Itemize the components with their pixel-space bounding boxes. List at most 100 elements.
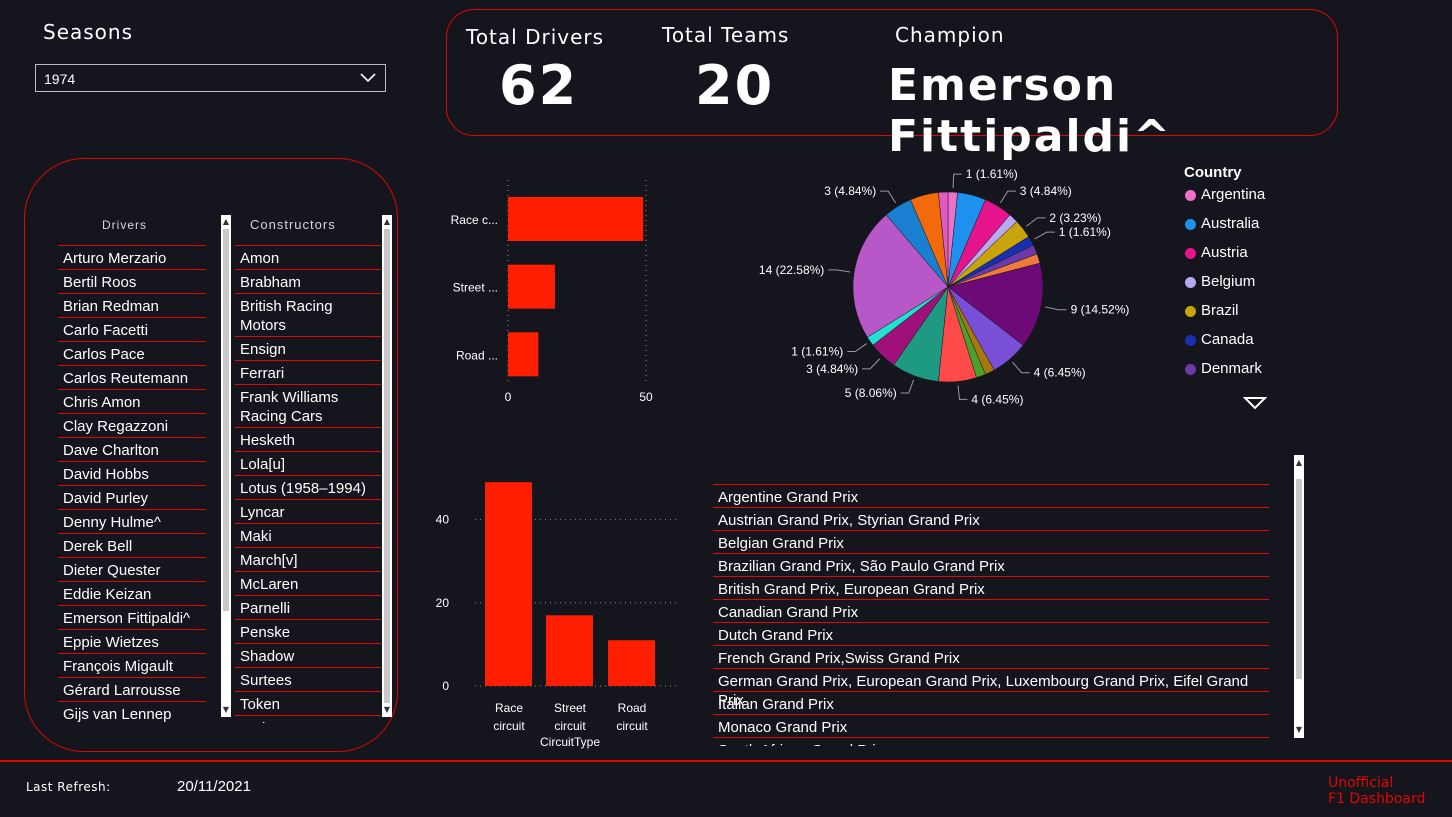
grand-prix-row[interactable]: Dutch Grand Prix (713, 622, 1269, 645)
driver-row[interactable]: Dieter Quester (58, 558, 206, 582)
constructor-row[interactable]: Lola[u] (235, 452, 381, 476)
grand-prix-row[interactable]: Italian Grand Prix (713, 691, 1269, 714)
constructor-row[interactable]: McLaren (235, 572, 381, 596)
constructor-row[interactable]: Frank Williams Racing Cars (235, 385, 381, 428)
legend-item[interactable]: Argentina (1184, 186, 1265, 215)
legend-item[interactable]: Denmark (1184, 360, 1265, 389)
constructor-row[interactable]: Ferrari (235, 361, 381, 385)
driver-row[interactable]: Gijs van Lennep (58, 702, 206, 723)
chevron-down-icon (360, 73, 376, 83)
constructor-row[interactable]: Token (235, 692, 381, 716)
grand-prix-row[interactable]: Argentine Grand Prix (713, 484, 1269, 507)
circuit-type-column-chart: 0 20 40 Race circuit Street circuit Road circuit… (436, 482, 680, 749)
driver-row[interactable]: Bertil Roos (58, 270, 206, 294)
driver-row[interactable]: Arturo Merzario (58, 246, 206, 270)
scroll-up-icon[interactable]: ▲ (1294, 458, 1304, 468)
leader-line (1034, 231, 1055, 240)
constructor-row[interactable]: Lyncar (235, 500, 381, 524)
constructors-list[interactable]: Amon Brabham British Racing Motors Ensign Fe… (235, 245, 381, 723)
legend-item[interactable]: Brazil (1184, 302, 1265, 331)
grand-prix-row[interactable]: South African Grand Prix (713, 737, 1269, 746)
grand-prix-row[interactable]: German Grand Prix, European Grand Prix, … (713, 668, 1269, 709)
legend-label: Brazil (1201, 302, 1239, 319)
constructor-row[interactable]: Ensign (235, 337, 381, 361)
constructor-row[interactable]: Shadow (235, 644, 381, 668)
driver-row[interactable]: Brian Redman (58, 294, 206, 318)
legend-item[interactable]: Austria (1184, 244, 1265, 273)
scroll-up-icon[interactable]: ▲ (382, 217, 392, 227)
grand-prix-row[interactable]: Austrian Grand Prix, Styrian Grand Prix (713, 507, 1269, 530)
driver-row[interactable]: Eppie Wietzes (58, 630, 206, 654)
constructor-row[interactable]: March[v] (235, 548, 381, 572)
scroll-down-icon[interactable]: ▼ (221, 705, 231, 715)
grand-prix-scrollbar[interactable]: ▲ ▼ (1294, 455, 1304, 738)
driver-row[interactable]: David Purley (58, 486, 206, 510)
scroll-thumb[interactable] (384, 229, 390, 703)
constructor-row[interactable]: British Racing Motors (235, 294, 381, 337)
driver-row[interactable]: David Hobbs (58, 462, 206, 486)
leader-line (1025, 217, 1046, 227)
champion-label: Champion (895, 23, 1005, 47)
constructors-header: Constructors (250, 217, 336, 232)
grand-prix-row[interactable]: Brazilian Grand Prix, São Paulo Grand Pr… (713, 553, 1269, 576)
grand-prix-row[interactable]: Belgian Grand Prix (713, 530, 1269, 553)
leader-line (862, 358, 881, 370)
drivers-list[interactable]: Arturo Merzario Bertil Roos Brian Redman Ca… (58, 245, 206, 723)
data-label: 1 (1.61%) (966, 167, 1018, 181)
driver-row[interactable]: Eddie Keizan (58, 582, 206, 606)
legend-item[interactable]: Belgium (1184, 273, 1265, 302)
column[interactable] (485, 482, 532, 686)
brand-line-2: F1 Dashboard (1328, 791, 1426, 807)
grand-prix-row[interactable]: Monaco Grand Prix (713, 714, 1269, 737)
legend-scroll-down-icon[interactable] (1243, 396, 1267, 410)
category-label: Street circuit (554, 701, 587, 733)
constructors-scrollbar[interactable]: ▲ ▼ (382, 215, 392, 717)
bar[interactable] (508, 332, 539, 377)
legend-item[interactable]: Australia (1184, 215, 1265, 244)
constructor-row[interactable]: Surtees (235, 668, 381, 692)
drivers-scrollbar[interactable]: ▲ ▼ (221, 215, 231, 717)
driver-row[interactable]: Gérard Larrousse (58, 678, 206, 702)
data-label: 4 (6.45%) (1034, 366, 1086, 380)
bar[interactable] (508, 197, 644, 241)
driver-row[interactable]: Carlos Pace (58, 342, 206, 366)
scroll-thumb[interactable] (223, 229, 229, 611)
scroll-down-icon[interactable]: ▼ (1294, 725, 1304, 735)
constructor-row[interactable]: Penske (235, 620, 381, 644)
constructor-row[interactable]: Lotus (1958–1994) (235, 476, 381, 500)
driver-row[interactable]: Dave Charlton (58, 438, 206, 462)
constructor-row[interactable]: Parnelli (235, 596, 381, 620)
legend-item[interactable]: Canada (1184, 331, 1265, 360)
leader-line (999, 190, 1016, 204)
season-selected-value: 1974 (44, 71, 76, 87)
column[interactable] (546, 615, 593, 686)
bar[interactable] (508, 264, 555, 309)
column[interactable] (608, 640, 655, 686)
driver-row[interactable]: Chris Amon (58, 390, 206, 414)
driver-row[interactable]: Carlos Reutemann (58, 366, 206, 390)
scroll-thumb[interactable] (1296, 479, 1302, 679)
scroll-up-icon[interactable]: ▲ (221, 217, 231, 227)
driver-row[interactable]: Emerson Fittipaldi^ (58, 606, 206, 630)
driver-row[interactable]: Denny Hulme^ (58, 510, 206, 534)
constructor-row[interactable]: Hesketh (235, 428, 381, 452)
champion-value: Emerson Fittipaldi^ (888, 60, 1173, 162)
driver-row[interactable]: Clay Regazzoni (58, 414, 206, 438)
constructor-row[interactable]: Amon (235, 246, 381, 270)
grand-prix-list[interactable]: Argentine Grand Prix Austrian Grand Prix,… (713, 484, 1269, 746)
season-dropdown[interactable]: 1974 (35, 64, 386, 92)
constructor-row[interactable]: Brabham (235, 270, 381, 294)
driver-row[interactable]: Derek Bell (58, 534, 206, 558)
constructor-row[interactable]: Maki (235, 524, 381, 548)
grand-prix-row[interactable]: British Grand Prix, European Grand Prix (713, 576, 1269, 599)
constructor-row[interactable]: Trojan (235, 716, 381, 723)
driver-row[interactable]: Carlo Facetti (58, 318, 206, 342)
driver-row[interactable]: François Migault (58, 654, 206, 678)
category-label: Race c... (451, 213, 498, 227)
grand-prix-row[interactable]: French Grand Prix,Swiss Grand Prix (713, 645, 1269, 668)
brand-line-1: Unofficial (1328, 775, 1394, 791)
data-label: 4 (6.45%) (971, 392, 1023, 406)
grand-prix-row[interactable]: Canadian Grand Prix (713, 599, 1269, 622)
leader-line (880, 190, 897, 204)
scroll-down-icon[interactable]: ▼ (382, 705, 392, 715)
